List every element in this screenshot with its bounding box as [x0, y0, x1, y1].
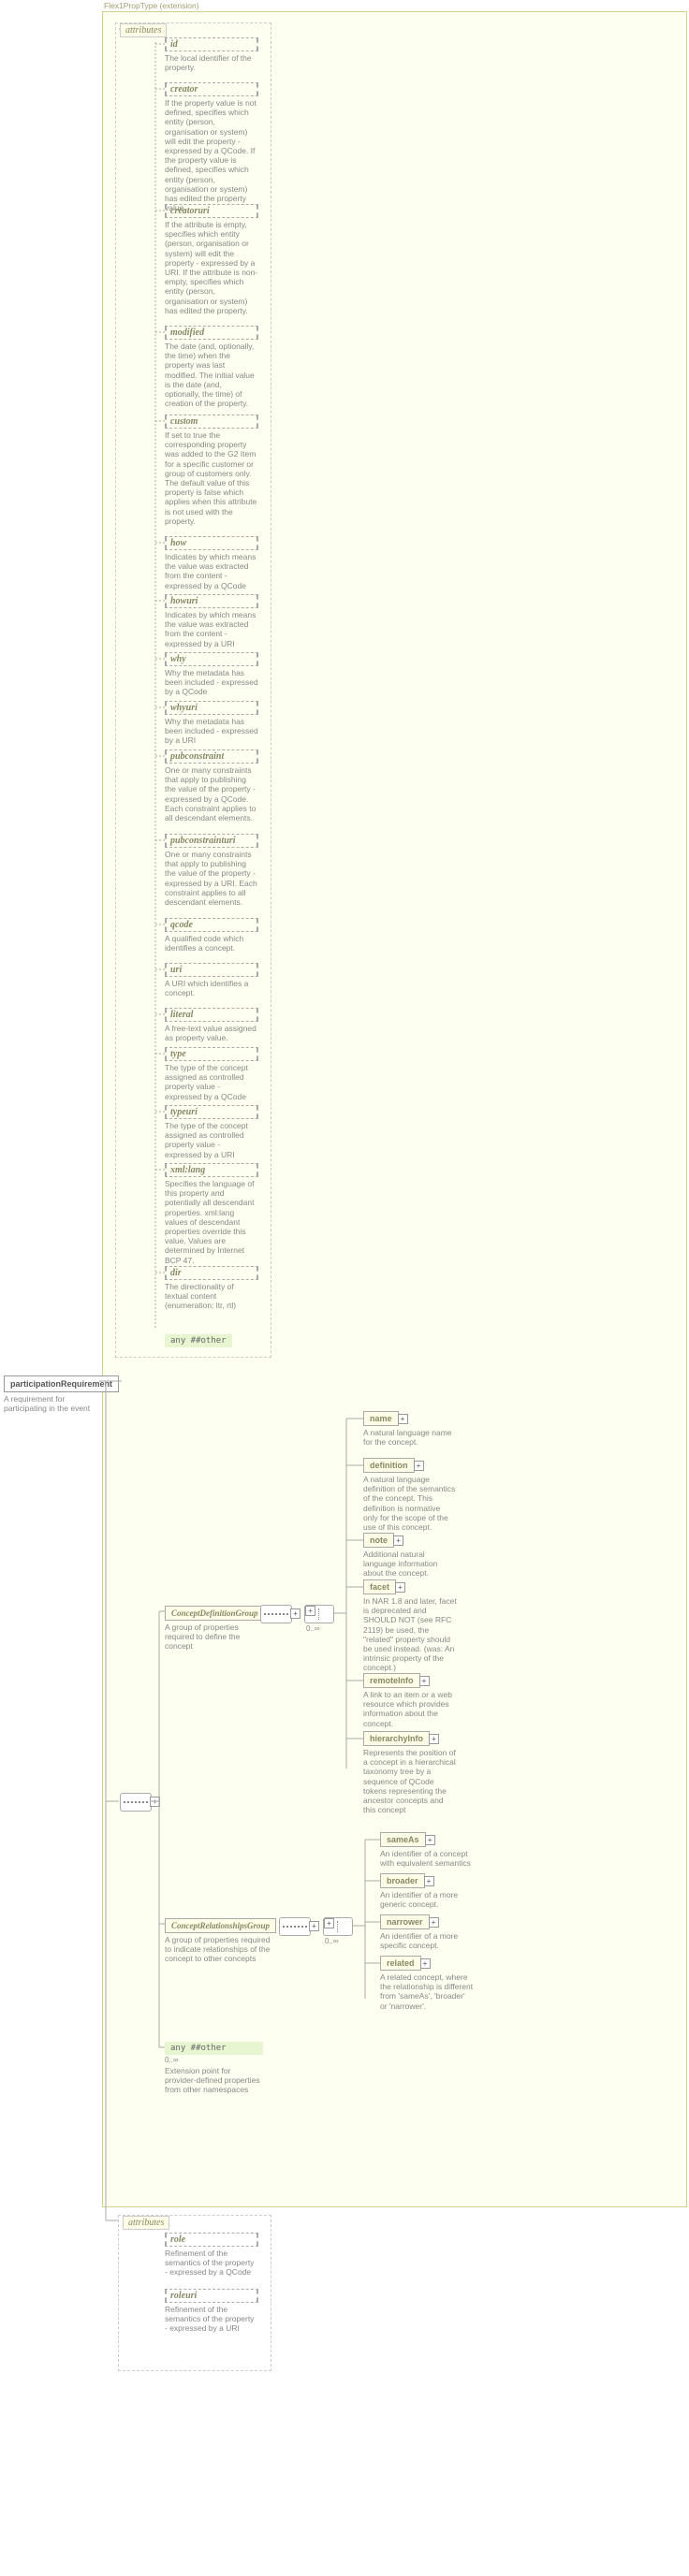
connectors-3 — [0, 0, 689, 2576]
diagram-root: Flex1PropType (extension) participationR… — [0, 0, 689, 2576]
